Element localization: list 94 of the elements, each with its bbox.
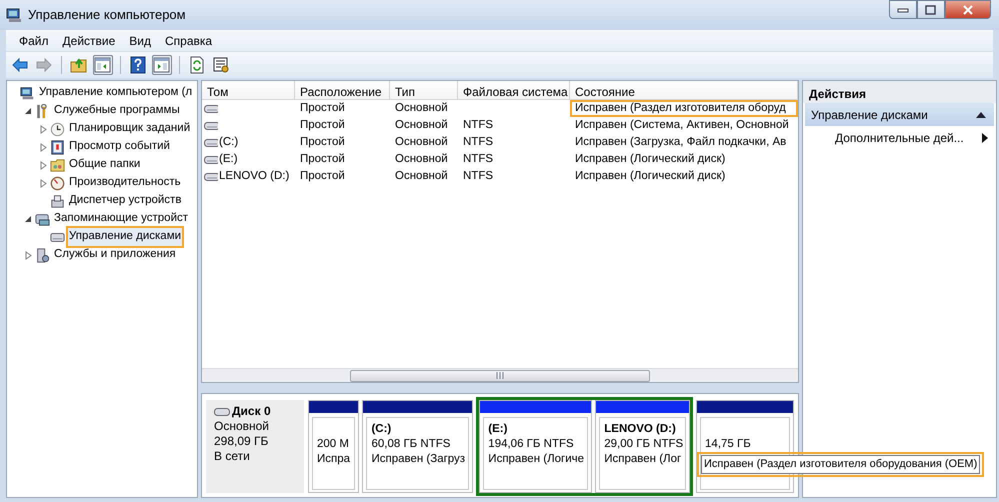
disk-status: В сети	[214, 449, 251, 464]
partition-size: 194,06 ГБ NTFS	[488, 437, 575, 452]
close-icon	[962, 4, 974, 14]
disk-size: 298,09 ГБ	[214, 434, 270, 449]
table-cell-text: Простой	[299, 100, 346, 116]
drive-icon	[204, 172, 218, 182]
close-button[interactable]	[945, 0, 991, 19]
help-button[interactable]	[128, 55, 148, 75]
partition-size: 14,75 ГБ	[705, 437, 752, 452]
table-cell-text: Основной	[394, 100, 449, 116]
volume-name: (E:)	[219, 152, 238, 167]
column-header[interactable]: Состояние	[570, 81, 798, 100]
minimize-button[interactable]	[889, 0, 917, 19]
partition[interactable]: 200 М Испра	[308, 400, 360, 493]
device-manager-icon	[50, 194, 65, 208]
forward-arrow-icon	[35, 56, 53, 74]
disk-name: Диск 0	[232, 404, 271, 419]
drive-icon	[204, 120, 218, 130]
table-cell-text: Основной	[394, 134, 449, 150]
event-log-icon	[50, 140, 65, 154]
scrollbar-thumb[interactable]	[350, 370, 650, 382]
disk-drive-icon	[214, 406, 230, 416]
drive-icon	[204, 104, 218, 114]
table-cell-text: Исправен (Загрузка, Файл подкачки, Ав	[574, 134, 788, 150]
console-tree-button[interactable]	[93, 55, 113, 75]
back-arrow-button[interactable]	[10, 55, 30, 75]
submenu-arrow-icon	[982, 132, 988, 142]
menu-item[interactable]: Действие	[56, 32, 122, 50]
partition-status: Исправен (Загруз	[371, 452, 464, 467]
menu-item[interactable]: Файл	[12, 32, 56, 50]
properties-button[interactable]	[211, 55, 231, 75]
partition[interactable]: LENOVO (D:) 29,00 ГБ NTFS Исправен (Лог	[595, 400, 690, 493]
table-cell-text: Основной	[394, 168, 449, 184]
maximize-icon	[925, 4, 937, 14]
folder-up-icon	[70, 56, 88, 74]
computer-icon	[6, 7, 22, 23]
action-pane-icon	[153, 56, 171, 74]
minimize-icon	[897, 6, 909, 12]
maximize-button[interactable]	[917, 0, 945, 19]
partition-label: (E:)	[488, 422, 508, 437]
partition[interactable]: (E:) 194,06 ГБ NTFS Исправен (Логиче	[479, 400, 592, 493]
column-header[interactable]: Тип	[390, 81, 458, 100]
tooltip: Исправен (Раздел изготовителя оборудования (OEM)	[701, 455, 980, 474]
disk-type: Основной	[214, 419, 270, 434]
table-cell-text: Основной	[394, 152, 449, 167]
partition[interactable]: (C:) 60,08 ГБ NTFS Исправен (Загруз	[362, 400, 474, 493]
action-section-header[interactable]: Управление дисками	[805, 103, 994, 126]
drive-icon	[204, 138, 218, 148]
gauge-icon	[50, 176, 65, 190]
column-header[interactable]: Файловая система	[458, 81, 570, 100]
menu-item[interactable]: Справка	[158, 32, 220, 50]
horizontal-scrollbar[interactable]	[202, 368, 798, 382]
partition-status: Исправен (Лог	[604, 452, 682, 467]
volume-name: LENOVO (D:)	[219, 168, 290, 184]
partition-size: 60,08 ГБ NTFS	[371, 437, 452, 452]
clock-icon	[50, 122, 65, 136]
volume-name: (C:)	[219, 134, 238, 150]
refresh-icon	[188, 56, 206, 74]
partition-size: 29,00 ГБ NTFS	[604, 437, 682, 452]
drive-icon	[204, 154, 218, 164]
table-cell-text: NTFS	[462, 168, 494, 184]
partition-label: (C:)	[371, 422, 392, 437]
window-title: Управление компьютером	[28, 6, 186, 24]
services-icon	[35, 248, 50, 262]
table-cell-text: Простой	[299, 134, 346, 150]
action-pane-button[interactable]	[152, 55, 172, 75]
table-cell-text: Основной	[394, 118, 449, 133]
partition-label: LENOVO (D:)	[604, 422, 677, 437]
partition-status: Исправен (Логиче	[488, 452, 584, 467]
computer-icon	[20, 86, 35, 100]
table-cell-text: NTFS	[462, 134, 494, 150]
tree-item[interactable]: Управление дисками	[66, 226, 184, 248]
column-header[interactable]: Расположение	[295, 81, 390, 100]
partition-status: Испра	[317, 452, 350, 467]
partition-size: 200 М	[317, 437, 350, 452]
table-cell-text: Простой	[299, 152, 346, 167]
table-cell-text: Исправен (Логический диск)	[574, 152, 726, 167]
console-tree-icon	[94, 56, 112, 74]
shared-folder-icon	[50, 158, 65, 172]
menu-item[interactable]: Вид	[122, 32, 158, 50]
table-cell-text: NTFS	[462, 118, 494, 133]
action-item[interactable]: Дополнительные дей...	[803, 126, 996, 149]
help-icon	[129, 56, 147, 74]
table-cell: Исправен (Раздел изготовителя оборуд	[570, 100, 798, 117]
storage-icon	[35, 212, 50, 226]
table-cell-text: Простой	[299, 118, 346, 133]
back-arrow-icon	[11, 56, 29, 74]
table-cell-text: Простой	[299, 168, 346, 184]
pane-header: Действия	[803, 81, 996, 103]
table-cell-text: NTFS	[462, 152, 494, 167]
table-cell-text: Исправен (Система, Активен, Основной	[574, 118, 790, 133]
properties-icon	[212, 56, 230, 74]
column-header[interactable]: Том	[202, 81, 295, 100]
table-cell-text: Исправен (Логический диск)	[574, 168, 726, 184]
